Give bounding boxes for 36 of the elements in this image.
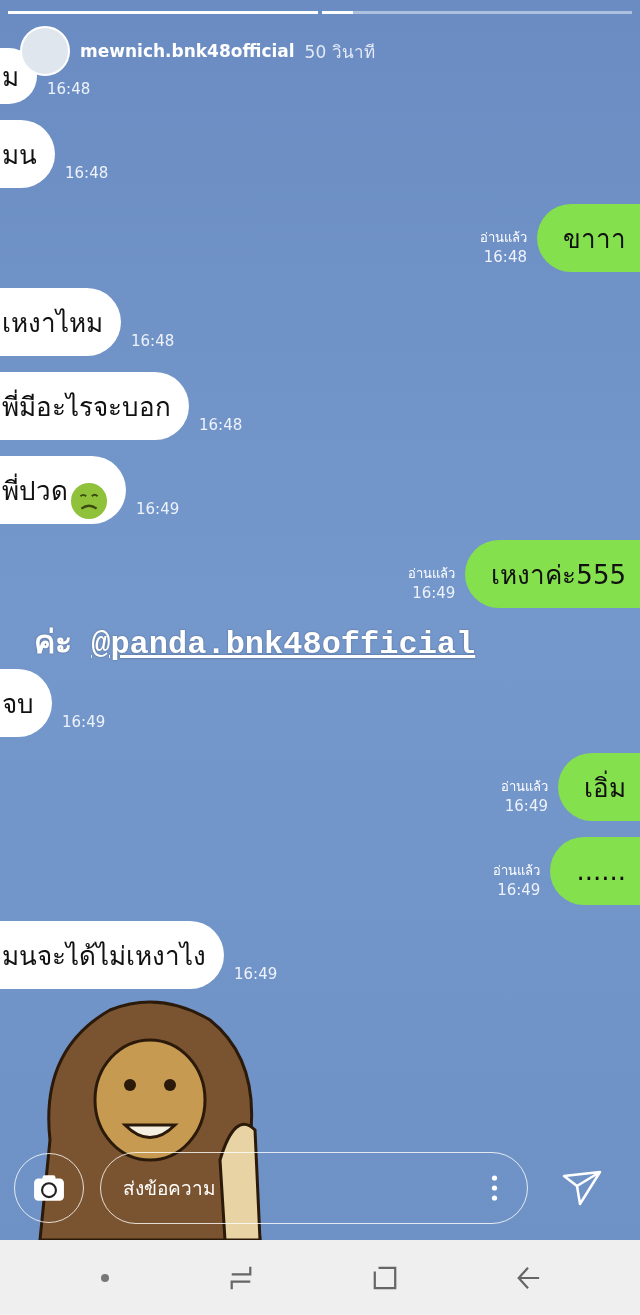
message-time: 16:49	[504, 797, 548, 815]
message-time: 16:49	[136, 500, 180, 518]
message-bubble: จบ	[0, 669, 52, 737]
message-bubble: มนจะได้ไม่เหงาไง	[0, 921, 224, 989]
message-bubble: เอิ่ม	[558, 753, 640, 821]
more-options-icon[interactable]	[491, 1175, 498, 1201]
message-input-field[interactable]: ส่งข้อความ	[100, 1152, 528, 1224]
message-time: 16:48	[199, 416, 243, 434]
message-time: 16:48	[483, 248, 527, 266]
message-time: 16:48	[65, 164, 109, 182]
message-bubble: เหงาค่ะ555	[465, 540, 640, 608]
story-age: 50 วินาที	[304, 40, 375, 64]
message-bubble: ......	[550, 837, 640, 905]
message-bubble: เหงาไหม	[0, 288, 121, 356]
message-bubble: มน	[0, 120, 55, 188]
read-receipt: อ่านแล้ว	[408, 565, 456, 583]
camera-icon	[33, 1174, 65, 1202]
message-time: 16:49	[497, 881, 541, 899]
message-time: 16:48	[47, 80, 91, 98]
username[interactable]: mewnich.bnk48official	[80, 41, 295, 61]
back-icon[interactable]	[515, 1264, 542, 1291]
read-receipt: อ่านแล้ว	[501, 778, 548, 796]
message-bubble: ขาาา	[537, 204, 640, 272]
read-receipt: อ่านแล้ว	[480, 229, 527, 247]
message-time: 16:49	[234, 965, 278, 983]
message-bubble: พี่มีอะไรจะบอก	[0, 372, 189, 440]
home-icon[interactable]	[371, 1264, 398, 1291]
send-icon[interactable]	[562, 1170, 602, 1206]
read-receipt: อ่านแล้ว	[493, 862, 541, 880]
message-time: 16:48	[131, 332, 175, 350]
sick-face-icon	[70, 482, 108, 520]
mention-sticker[interactable]: ค่ะ @panda.bnk48official	[34, 616, 476, 667]
message-time: 16:49	[62, 713, 106, 731]
message-time: 16:49	[412, 584, 456, 602]
dot-icon[interactable]	[98, 1271, 111, 1284]
message-bubble: พี่ปวด	[0, 456, 126, 524]
